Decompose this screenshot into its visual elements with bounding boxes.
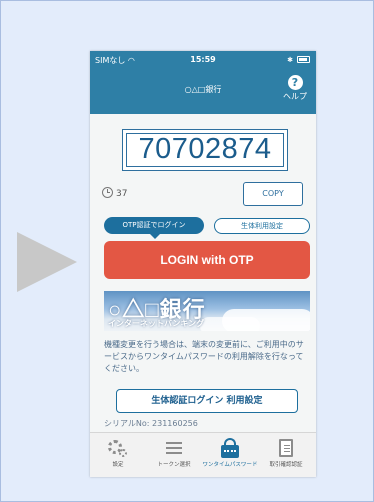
bluetooth-icon: ✱ <box>287 56 293 64</box>
help-icon: ? <box>287 75 303 90</box>
tab-otp-login[interactable]: OTP認証でログイン <box>104 217 204 239</box>
help-label: ヘルプ <box>283 92 307 101</box>
tab-settings[interactable]: 設定 <box>90 437 146 468</box>
tab-transaction-auth[interactable]: 取引確認認証 <box>258 437 314 468</box>
status-icons: ✱ <box>287 55 310 64</box>
serial-number: シリアルNo: 231160256 <box>104 419 198 428</box>
tab-label: トークン選択 <box>157 462 191 468</box>
bank-banner: ○△□銀行 インターネットバンキング <box>104 291 310 331</box>
tab-bio-setting[interactable]: 生体利用設定 <box>214 218 310 234</box>
slide-panel: SIMなし ◠ 15:59 ✱ ○△□銀行 ? ヘルプ 70702874 37 <box>0 0 374 502</box>
phone-screen: SIMなし ◠ 15:59 ✱ ○△□銀行 ? ヘルプ 70702874 37 <box>90 51 316 477</box>
bio-login-setting-button[interactable]: 生体認証ログイン 利用設定 <box>116 389 298 413</box>
app-header: SIMなし ◠ 15:59 ✱ ○△□銀行 ? ヘルプ <box>90 51 316 114</box>
clock-icon <box>102 187 113 198</box>
otp-timer: 37 <box>102 187 127 199</box>
list-icon <box>146 437 202 459</box>
tab-label: 取引確認認証 <box>269 462 303 468</box>
otp-code: 70702874 <box>138 133 272 165</box>
tab-one-time-password[interactable]: ワンタイムパスワード <box>202 437 258 468</box>
bottom-tab-bar: 設定 トークン選択 ワンタイムパスワード 取引確認認証 <box>90 432 316 477</box>
tab-token-select[interactable]: トークン選択 <box>146 437 202 468</box>
otp-display: 70702874 <box>122 129 288 171</box>
status-time: 15:59 <box>190 55 216 64</box>
main-content: 70702874 37 COPY OTP認証でログイン 生体利用設定 LOGIN… <box>90 114 316 432</box>
help-button[interactable]: ? ヘルプ <box>278 75 312 102</box>
status-bar: SIMなし ◠ 15:59 ✱ <box>90 51 316 69</box>
device-change-notice: 機種変更を行う場合は、端末の変更前に、ご利用中のサービスからワンタイムパスワード… <box>104 340 304 373</box>
copy-button[interactable]: COPY <box>243 182 303 206</box>
document-icon <box>258 437 314 459</box>
banner-subtitle: インターネットバンキング <box>108 319 205 328</box>
play-arrow-icon <box>17 232 77 292</box>
timer-seconds: 37 <box>116 189 128 199</box>
tab-label: 設定 <box>112 462 124 468</box>
login-with-otp-button[interactable]: LOGIN with OTP <box>104 241 310 279</box>
battery-icon <box>297 56 310 63</box>
banner-cloud <box>222 309 310 331</box>
tab-label: ワンタイムパスワード <box>202 462 258 468</box>
gear-icon <box>90 437 146 459</box>
lock-icon <box>202 437 258 459</box>
